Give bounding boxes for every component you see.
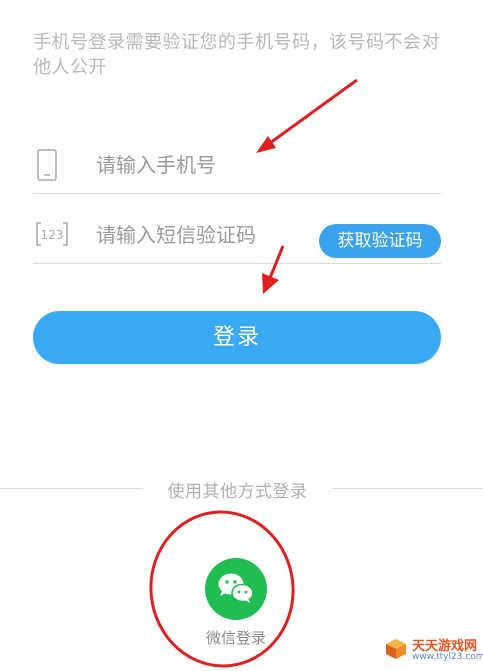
wechat-login-button[interactable] [205,558,267,620]
red-arrowhead-login [262,273,279,294]
red-arrow-to-phone [269,78,358,145]
wechat-icon [218,573,254,603]
code-icon-text: 123 [41,228,64,242]
watermark-url: www.ttyl23.com [412,652,483,662]
phone-input[interactable] [96,149,316,181]
phone-icon [35,147,59,187]
other-methods-label: 使用其他方式登录 [167,482,308,502]
divider-left [0,488,143,489]
login-button[interactable]: 登录 [33,311,441,364]
get-code-button[interactable]: 获取验证码 [319,224,441,258]
watermark-logo-icon [386,639,406,659]
phone-field [33,137,441,194]
site-watermark: 天天游戏网 www.ttyl23.com [384,634,483,666]
wechat-login-label: 微信登录 [205,629,266,647]
sms-code-field: 123 获取验证码 [33,207,441,264]
code-123-icon: 123 [35,217,69,255]
login-notice: 手机号登录需要验证您的手机号码，该号码不会对他人公开 [33,32,440,78]
divider-right [332,488,483,489]
sms-code-input[interactable] [96,219,316,251]
